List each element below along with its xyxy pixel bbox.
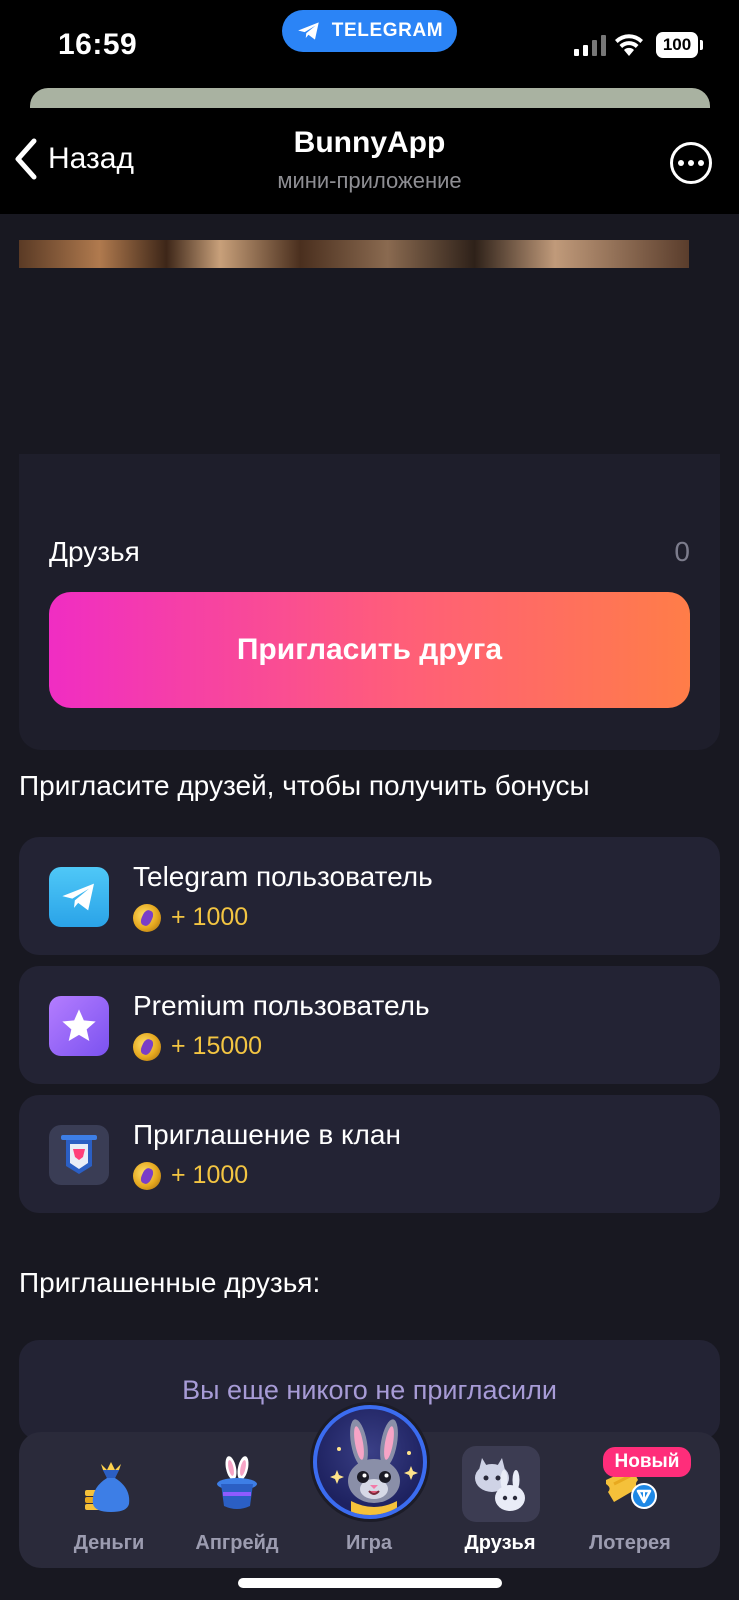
bonus-reward: + 1000 xyxy=(133,903,248,932)
nav-money[interactable]: Деньги xyxy=(49,1432,169,1568)
nav-upgrade[interactable]: Апгрейд xyxy=(177,1432,297,1568)
friends-label: Друзья xyxy=(49,536,140,567)
new-badge: Новый xyxy=(603,1447,691,1477)
battery-level: 100 xyxy=(656,32,698,58)
status-bar: 16:59 TELEGRAM 100 xyxy=(0,0,739,100)
friends-card: Друзья 0 Пригласить друга xyxy=(19,454,720,750)
coin-icon xyxy=(133,1161,161,1190)
more-options-button[interactable] xyxy=(670,142,712,184)
nav-game-label: Игра xyxy=(345,1532,393,1554)
friends-icon xyxy=(475,1458,525,1511)
magic-hat-icon xyxy=(217,1456,257,1509)
clan-banner-icon xyxy=(49,1125,109,1185)
money-bag-icon xyxy=(85,1462,130,1512)
telegram-icon xyxy=(297,22,319,40)
bonus-reward-value: + 1000 xyxy=(171,903,249,931)
signal-icon xyxy=(574,34,606,56)
invite-friend-button[interactable]: Пригласить друга xyxy=(49,592,690,708)
home-indicator[interactable] xyxy=(238,1578,502,1588)
bonus-reward: + 15000 xyxy=(133,1032,262,1061)
banner-image xyxy=(19,240,689,268)
bonus-title: Premium пользователь xyxy=(133,990,430,1021)
battery-icon: 100 xyxy=(656,32,703,58)
coin-icon xyxy=(133,903,161,932)
nav-money-label: Деньги xyxy=(73,1532,145,1554)
telegram-pill-label: TELEGRAM xyxy=(331,20,444,41)
coin-icon xyxy=(133,1032,161,1061)
bonus-telegram-user: Telegram пользователь + 1000 xyxy=(19,837,720,955)
bunny-avatar-icon[interactable] xyxy=(313,1405,427,1519)
bonus-reward-value: + 1000 xyxy=(171,1161,249,1189)
mini-app-header: Назад BunnyApp мини-приложение xyxy=(0,108,739,214)
nav-friends-label: Друзья xyxy=(464,1532,536,1554)
nav-upgrade-label: Апгрейд xyxy=(195,1532,279,1554)
nav-friends[interactable]: Друзья xyxy=(440,1432,560,1568)
bonus-clan-invite: Приглашение в клан + 1000 xyxy=(19,1095,720,1213)
banner-area xyxy=(19,268,719,454)
app-title: BunnyApp xyxy=(293,126,446,159)
bonus-title: Приглашение в клан xyxy=(133,1119,401,1150)
bonus-title: Telegram пользователь xyxy=(133,861,433,892)
app-subtitle: мини-приложение xyxy=(277,168,462,193)
telegram-icon xyxy=(49,867,109,927)
bonus-reward-value: + 15000 xyxy=(171,1032,263,1060)
more-icon xyxy=(678,160,684,166)
premium-star-icon xyxy=(49,996,109,1056)
wifi-icon xyxy=(615,34,643,56)
telegram-pill[interactable]: TELEGRAM xyxy=(282,10,457,52)
nav-lottery-label: Лотерея xyxy=(589,1532,671,1554)
bonuses-section-title: Пригласите друзей, чтобы получить бонусы xyxy=(19,770,590,801)
main-content[interactable]: Друзья 0 Пригласить друга Пригласите дру… xyxy=(0,214,739,1600)
status-time: 16:59 xyxy=(58,28,138,61)
bonus-reward: + 1000 xyxy=(133,1161,248,1190)
bonus-premium-user: Premium пользователь + 15000 xyxy=(19,966,720,1084)
invited-section-title: Приглашенные друзья: xyxy=(19,1267,321,1298)
friends-count: 0 xyxy=(674,536,690,567)
